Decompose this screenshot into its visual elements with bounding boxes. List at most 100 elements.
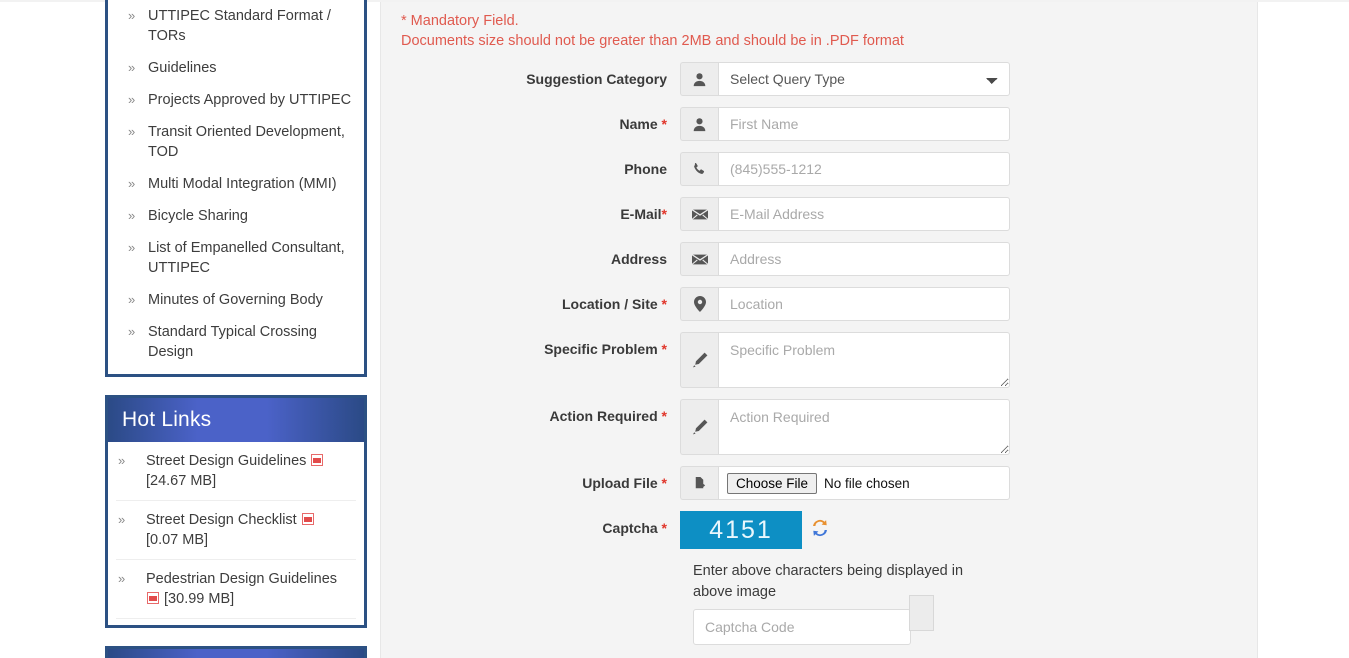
phone-input[interactable] xyxy=(718,152,1010,186)
suggestion-category-select[interactable]: Select Query Type xyxy=(718,62,1010,96)
news-flash-title: News Flash xyxy=(108,649,364,658)
captcha-help-text: Enter above characters being displayed i… xyxy=(693,563,964,600)
control-captcha: 4151 xyxy=(680,511,830,549)
row-name: Name * xyxy=(380,107,1258,141)
captcha-image: 4151 xyxy=(680,511,802,549)
sidebar-item-label: Minutes of Governing Body xyxy=(148,292,323,308)
label-upload-file: Upload File * xyxy=(380,466,680,500)
required-marker: * xyxy=(661,520,667,536)
required-marker: * xyxy=(661,206,667,222)
mandatory-note: * Mandatory Field. xyxy=(401,13,519,29)
control-address xyxy=(680,242,1010,276)
sidebar-item-minutes-of-governing-body[interactable]: » Minutes of Governing Body xyxy=(108,284,364,316)
sidebar-item-label: Multi Modal Integration (MMI) xyxy=(148,176,337,192)
sidebar-item-multi-modal-integration[interactable]: » Multi Modal Integration (MMI) xyxy=(108,168,364,200)
row-address: Address xyxy=(380,242,1258,276)
chevron-double-right-icon: » xyxy=(128,324,136,339)
chevron-double-right-icon: » xyxy=(128,292,136,307)
hot-links-panel: Hot Links » Street Design Guidelines [24… xyxy=(105,395,367,628)
hot-link-label: Street Design Guidelines xyxy=(146,453,307,469)
label-address: Address xyxy=(380,242,680,276)
label-text: Name xyxy=(619,116,658,132)
chevron-double-right-icon: » xyxy=(128,208,136,223)
row-location: Location / Site * xyxy=(380,287,1258,321)
control-location xyxy=(680,287,1010,321)
news-flash-panel: News Flash xyxy=(105,646,367,658)
captcha-side-button[interactable] xyxy=(909,595,934,631)
sidebar: » UTTIPEC Standard Format / TORs » Guide… xyxy=(105,0,367,658)
form-notes: * Mandatory Field. Documents size should… xyxy=(380,2,1258,51)
pencil-icon xyxy=(680,399,718,455)
hot-link-street-design-checklist[interactable]: » Street Design Checklist [0.07 MB] xyxy=(116,501,356,560)
sidebar-item-label: Transit Oriented Development, TOD xyxy=(148,124,345,160)
sidebar-item-standard-typical-crossing-design[interactable]: » Standard Typical Crossing Design xyxy=(108,316,364,368)
documents-note: Documents size should not be greater tha… xyxy=(401,33,904,49)
label-text: Upload File xyxy=(582,475,658,491)
label-action-required: Action Required * xyxy=(380,399,680,433)
pdf-icon xyxy=(147,592,159,604)
hot-link-label: Street Design Checklist xyxy=(146,512,297,528)
control-upload-file: Choose File No file chosen xyxy=(680,466,1010,500)
sidebar-item-transit-oriented-development[interactable]: » Transit Oriented Development, TOD xyxy=(108,116,364,168)
page-root: » UTTIPEC Standard Format / TORs » Guide… xyxy=(0,0,1349,658)
label-text: Captcha xyxy=(602,520,658,536)
chevron-double-right-icon: » xyxy=(118,453,126,468)
envelope-icon xyxy=(680,242,718,276)
label-suggestion-category: Suggestion Category xyxy=(380,62,680,96)
sidebar-item-empanelled-consultant[interactable]: » List of Empanelled Consultant, UTTIPEC xyxy=(108,232,364,284)
hot-links-title: Hot Links xyxy=(108,398,364,442)
hot-link-pedestrian-design-guidelines[interactable]: » Pedestrian Design Guidelines [30.99 MB… xyxy=(116,560,356,619)
control-specific-problem xyxy=(680,332,1010,388)
label-name: Name * xyxy=(380,107,680,141)
required-marker: * xyxy=(661,296,667,312)
hot-links-list: » Street Design Guidelines [24.67 MB] » … xyxy=(108,442,364,619)
captcha-code-input[interactable] xyxy=(693,609,911,645)
name-input[interactable] xyxy=(718,107,1010,141)
pdf-icon xyxy=(311,454,324,466)
label-text: Address xyxy=(610,251,667,267)
chevron-double-right-icon: » xyxy=(118,571,126,586)
row-email: E-Mail* xyxy=(380,197,1258,231)
action-required-textarea[interactable] xyxy=(718,399,1010,455)
hot-link-street-design-guidelines[interactable]: » Street Design Guidelines [24.67 MB] xyxy=(116,442,356,501)
sidebar-item-uttipec-standard-format[interactable]: » UTTIPEC Standard Format / TORs xyxy=(108,0,364,52)
label-email: E-Mail* xyxy=(380,197,680,231)
pdf-icon xyxy=(301,513,314,525)
label-text: Action Required xyxy=(549,408,658,424)
chevron-double-right-icon: » xyxy=(128,240,136,255)
chevron-double-right-icon: » xyxy=(128,8,136,23)
control-suggestion-category: Select Query Type xyxy=(680,62,1010,96)
label-text: Suggestion Category xyxy=(526,71,667,87)
control-email xyxy=(680,197,1010,231)
sidebar-item-label: List of Empanelled Consultant, UTTIPEC xyxy=(148,240,345,276)
row-specific-problem: Specific Problem * xyxy=(380,332,1258,388)
sidebar-item-label: Standard Typical Crossing Design xyxy=(148,324,317,360)
location-input[interactable] xyxy=(718,287,1010,321)
sidebar-item-bicycle-sharing[interactable]: » Bicycle Sharing xyxy=(108,200,364,232)
sidebar-item-label: Projects Approved by UTTIPEC xyxy=(148,92,352,108)
required-marker: * xyxy=(661,341,667,357)
choose-file-button[interactable]: Choose File xyxy=(727,472,818,494)
file-input-wrapper[interactable]: Choose File No file chosen xyxy=(718,466,1010,500)
phone-icon xyxy=(680,152,718,186)
refresh-icon[interactable] xyxy=(810,517,830,544)
sidebar-item-projects-approved[interactable]: » Projects Approved by UTTIPEC xyxy=(108,84,364,116)
label-phone: Phone xyxy=(380,152,680,186)
specific-problem-textarea[interactable] xyxy=(718,332,1010,388)
label-text: Specific Problem xyxy=(544,341,658,357)
row-captcha: Captcha * 4151 xyxy=(380,511,1258,549)
email-input[interactable] xyxy=(718,197,1010,231)
row-suggestion-category: Suggestion Category Select Query Type xyxy=(380,62,1258,96)
file-status-text: No file chosen xyxy=(824,475,910,491)
required-marker: * xyxy=(661,116,667,132)
sidebar-item-guidelines[interactable]: » Guidelines xyxy=(108,52,364,84)
hot-link-size: [24.67 MB] xyxy=(146,473,217,489)
control-name xyxy=(680,107,1010,141)
row-upload-file: Upload File * Choose File No file chosen xyxy=(380,466,1258,500)
hot-link-label: Pedestrian Design Guidelines xyxy=(146,571,338,587)
label-text: E-Mail xyxy=(620,206,662,222)
address-input[interactable] xyxy=(718,242,1010,276)
label-text: Location / Site xyxy=(561,296,658,312)
chevron-double-right-icon: » xyxy=(128,60,136,75)
sidebar-nav-panel: » UTTIPEC Standard Format / TORs » Guide… xyxy=(105,0,367,377)
